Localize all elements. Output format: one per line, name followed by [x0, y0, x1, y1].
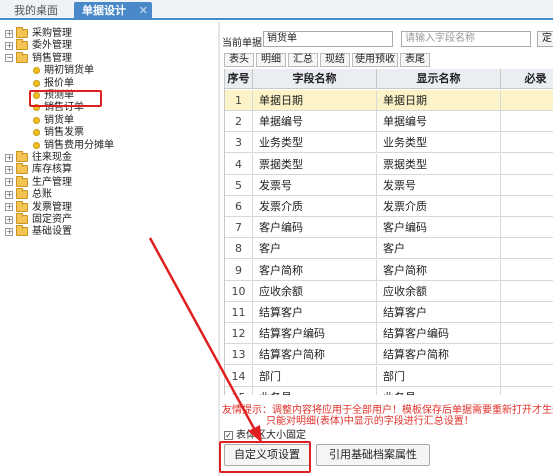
arrow-shaft [148, 237, 258, 433]
annotation-arrow [148, 237, 262, 443]
arrow-head [248, 425, 262, 443]
